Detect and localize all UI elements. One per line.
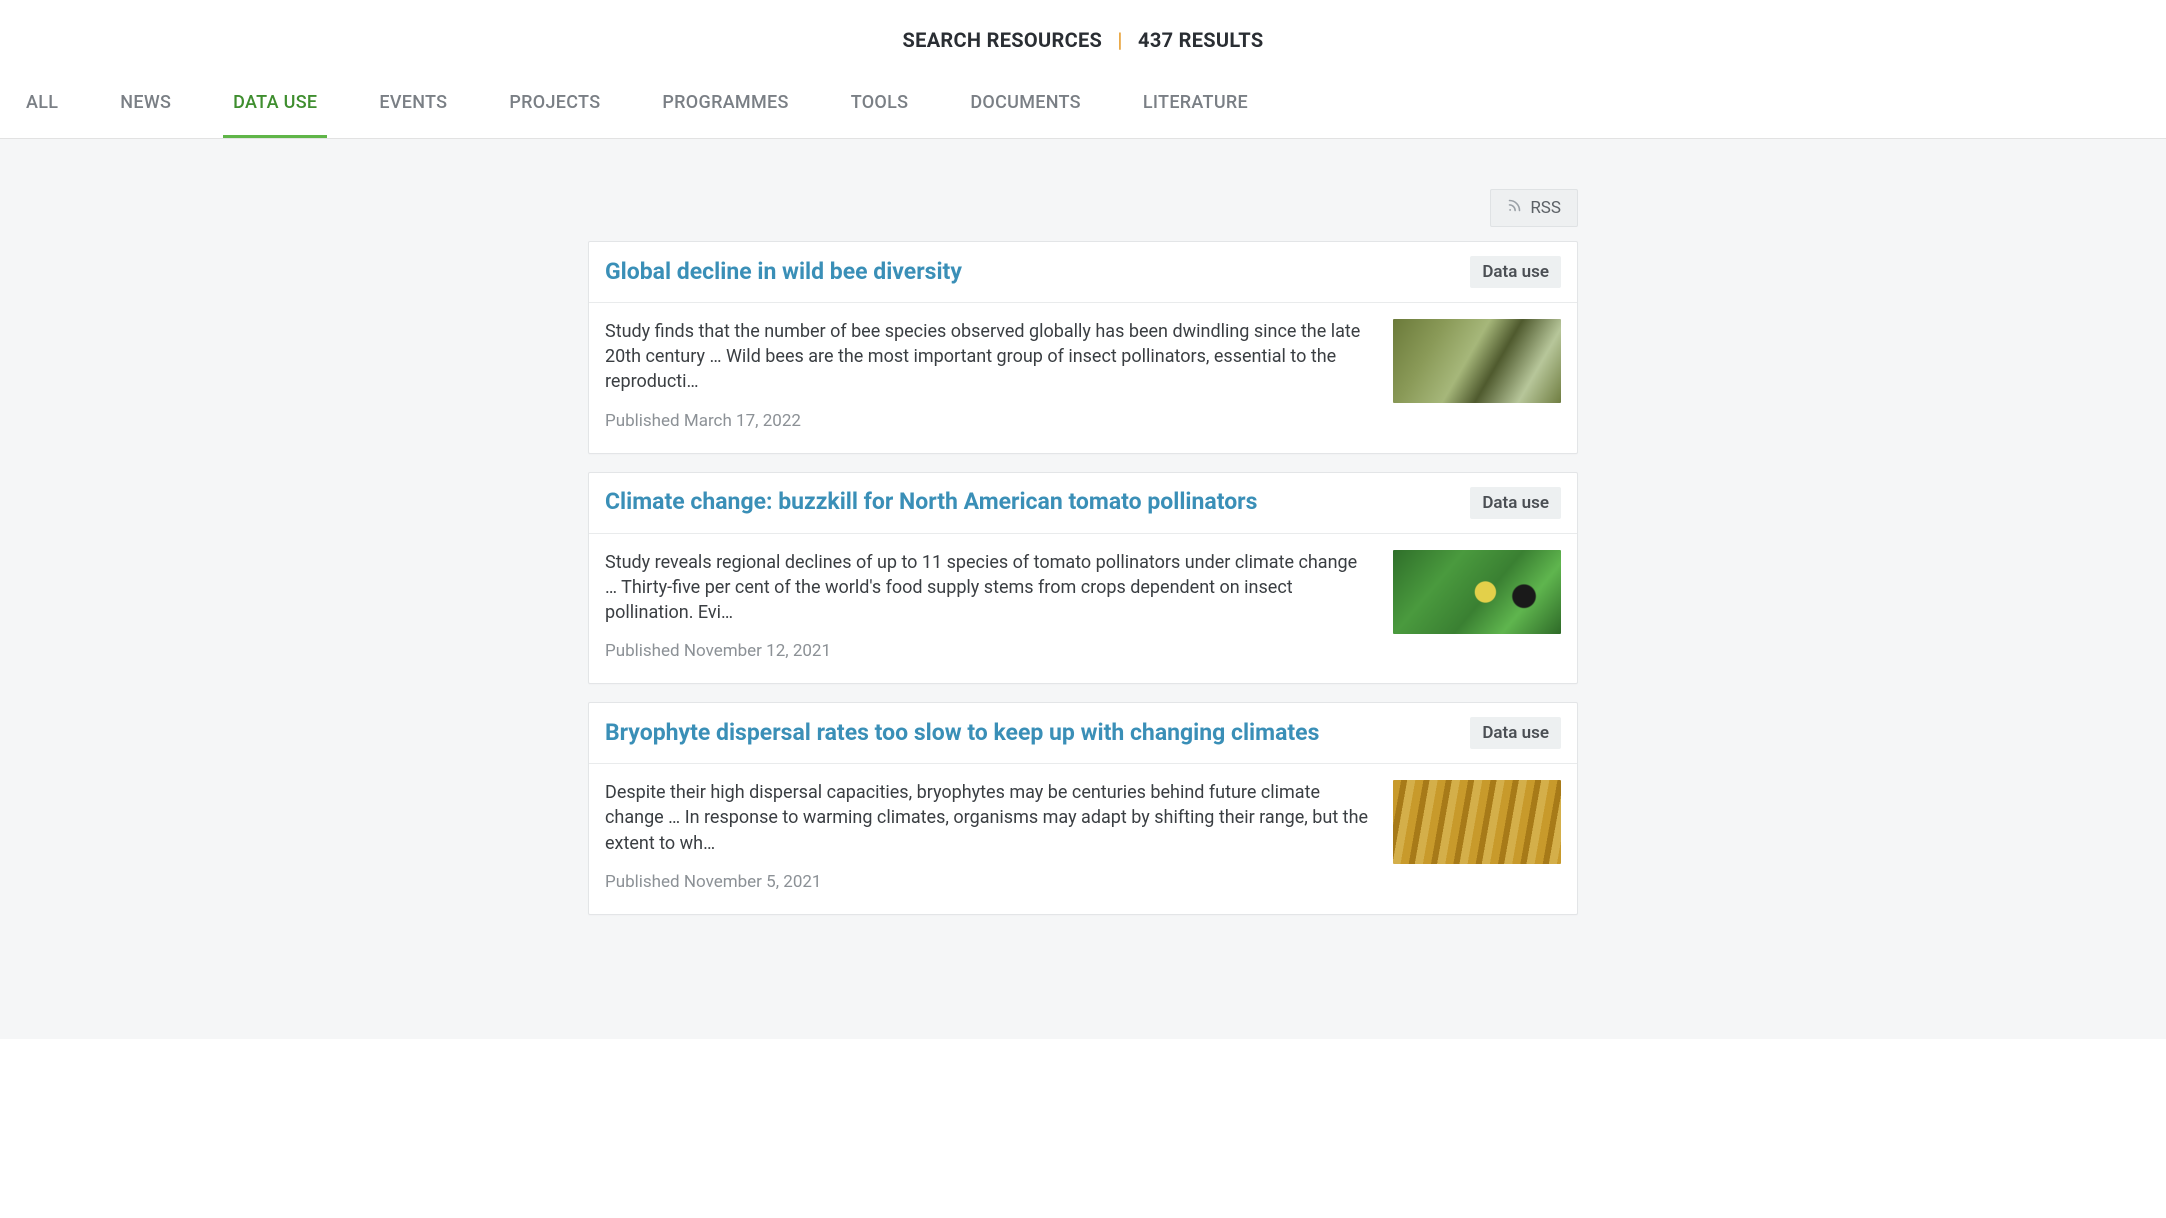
result-card: Climate change: buzzkill for North Ameri… bbox=[588, 472, 1578, 685]
result-text: Study reveals regional declines of up to… bbox=[605, 550, 1371, 662]
result-text: Study finds that the number of bee speci… bbox=[605, 319, 1371, 431]
tab-documents[interactable]: DOCUMENTS bbox=[960, 74, 1091, 138]
search-resources-label: SEARCH RESOURCES bbox=[903, 28, 1103, 52]
result-card-body: Despite their high dispersal capacities,… bbox=[589, 764, 1577, 914]
result-thumbnail bbox=[1393, 780, 1561, 864]
result-tag: Data use bbox=[1470, 256, 1561, 288]
result-tag: Data use bbox=[1470, 487, 1561, 519]
tab-events[interactable]: EVENTS bbox=[369, 74, 457, 138]
result-title-link[interactable]: Bryophyte dispersal rates too slow to ke… bbox=[605, 719, 1319, 748]
result-published-date: Published March 17, 2022 bbox=[605, 411, 1371, 431]
tab-literature[interactable]: LITERATURE bbox=[1133, 74, 1258, 138]
rss-label: RSS bbox=[1530, 198, 1561, 218]
result-tag: Data use bbox=[1470, 717, 1561, 749]
result-description: Study finds that the number of bee speci… bbox=[605, 319, 1371, 395]
result-card-head: Global decline in wild bee diversity Data… bbox=[589, 242, 1577, 303]
result-card-head: Bryophyte dispersal rates too slow to ke… bbox=[589, 703, 1577, 764]
tab-all[interactable]: ALL bbox=[16, 74, 68, 138]
result-card-body: Study reveals regional declines of up to… bbox=[589, 534, 1577, 684]
tab-projects[interactable]: PROJECTS bbox=[499, 74, 610, 138]
result-card-body: Study finds that the number of bee speci… bbox=[589, 303, 1577, 453]
search-header: SEARCH RESOURCES | 437 RESULTS bbox=[0, 0, 2166, 74]
rss-button[interactable]: RSS bbox=[1490, 189, 1578, 227]
tab-news[interactable]: NEWS bbox=[110, 74, 181, 138]
result-thumbnail bbox=[1393, 319, 1561, 403]
tab-programmes[interactable]: PROGRAMMES bbox=[652, 74, 798, 138]
tabs-bar: ALL NEWS DATA USE EVENTS PROJECTS PROGRAMMES T… bbox=[0, 74, 2166, 139]
tab-data-use[interactable]: DATA USE bbox=[223, 74, 327, 138]
results-count-label: 437 RESULTS bbox=[1138, 28, 1263, 52]
result-card: Global decline in wild bee diversity Data… bbox=[588, 241, 1578, 454]
header-separator: | bbox=[1117, 28, 1122, 52]
rss-icon bbox=[1507, 198, 1522, 218]
result-thumbnail bbox=[1393, 550, 1561, 634]
result-card: Bryophyte dispersal rates too slow to ke… bbox=[588, 702, 1578, 915]
result-published-date: Published November 5, 2021 bbox=[605, 872, 1371, 892]
result-published-date: Published November 12, 2021 bbox=[605, 641, 1371, 661]
result-title-link[interactable]: Climate change: buzzkill for North Ameri… bbox=[605, 488, 1257, 517]
tab-tools[interactable]: TOOLS bbox=[841, 74, 919, 138]
result-description: Despite their high dispersal capacities,… bbox=[605, 780, 1371, 856]
results-area: RSS Global decline in wild bee diversity… bbox=[0, 139, 2166, 1039]
result-title-link[interactable]: Global decline in wild bee diversity bbox=[605, 258, 962, 287]
result-description: Study reveals regional declines of up to… bbox=[605, 550, 1371, 626]
result-text: Despite their high dispersal capacities,… bbox=[605, 780, 1371, 892]
result-card-head: Climate change: buzzkill for North Ameri… bbox=[589, 473, 1577, 534]
